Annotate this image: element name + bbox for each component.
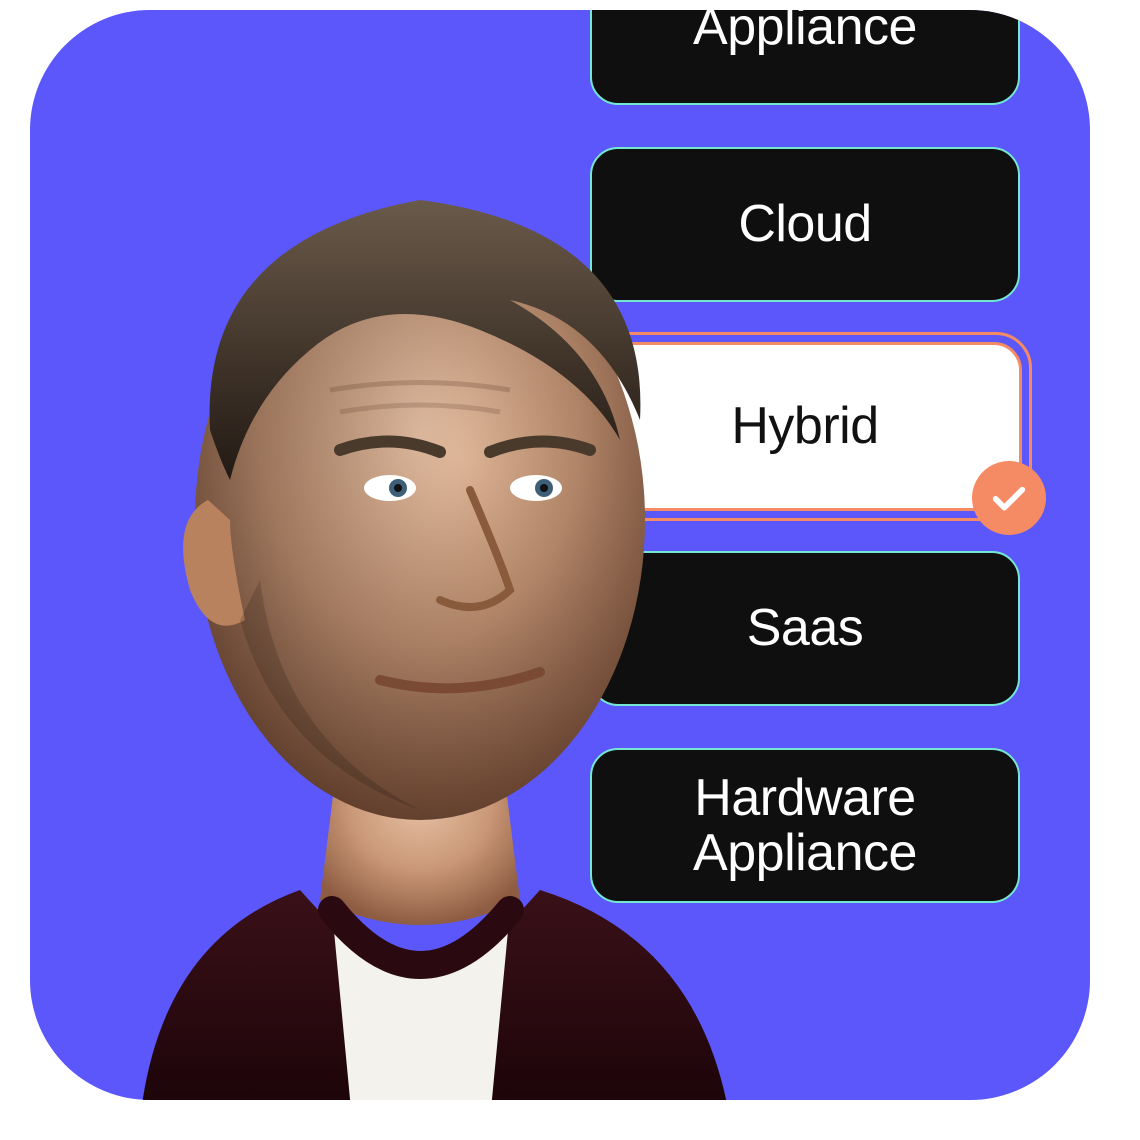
option-cloud[interactable]: Cloud bbox=[590, 147, 1020, 302]
option-appliance[interactable]: Appliance bbox=[590, 10, 1020, 105]
check-badge bbox=[972, 461, 1046, 535]
deployment-option-list: Appliance Cloud Hybrid Saas Hardware App… bbox=[590, 10, 1020, 903]
option-label: Cloud bbox=[738, 197, 871, 252]
option-label: Hardware Appliance bbox=[622, 771, 988, 880]
option-saas[interactable]: Saas bbox=[590, 551, 1020, 706]
option-hybrid[interactable]: Hybrid bbox=[590, 344, 1020, 509]
option-label: Saas bbox=[747, 601, 864, 656]
option-label: Hybrid bbox=[731, 399, 878, 454]
option-label: Appliance bbox=[693, 10, 917, 55]
hero-card: Appliance Cloud Hybrid Saas Hardware App… bbox=[30, 10, 1090, 1100]
check-icon bbox=[989, 478, 1029, 518]
option-hardware-appliance[interactable]: Hardware Appliance bbox=[590, 748, 1020, 903]
